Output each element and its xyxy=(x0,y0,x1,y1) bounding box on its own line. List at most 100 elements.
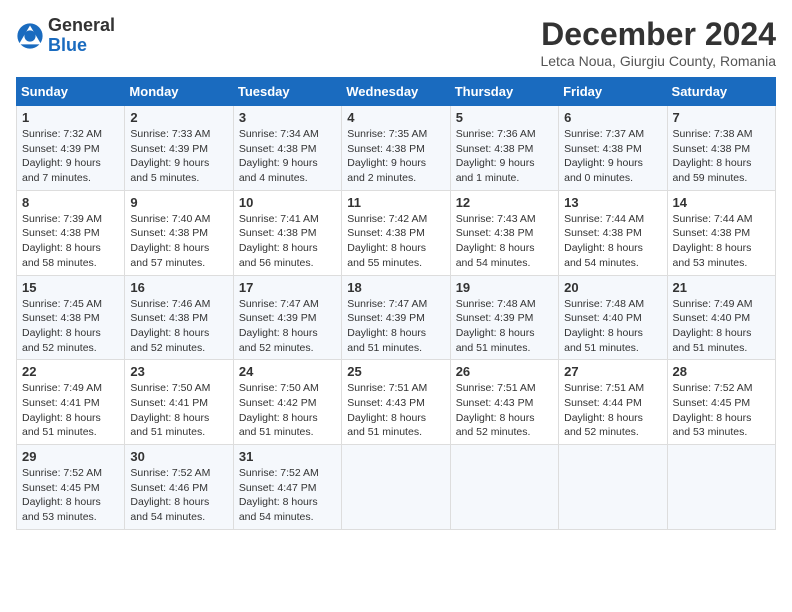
day-of-week-header: Saturday xyxy=(667,78,775,106)
day-info: Sunrise: 7:49 AM Sunset: 4:41 PM Dayligh… xyxy=(22,381,119,440)
month-title: December 2024 xyxy=(540,16,776,53)
day-number: 2 xyxy=(130,110,227,125)
calendar-day-cell: 6 Sunrise: 7:37 AM Sunset: 4:38 PM Daylig… xyxy=(559,106,667,191)
day-number: 23 xyxy=(130,364,227,379)
day-info: Sunrise: 7:51 AM Sunset: 4:43 PM Dayligh… xyxy=(347,381,444,440)
location-subtitle: Letca Noua, Giurgiu County, Romania xyxy=(540,53,776,69)
calendar-day-cell: 17 Sunrise: 7:47 AM Sunset: 4:39 PM Dayli… xyxy=(233,275,341,360)
calendar-day-cell xyxy=(450,445,558,530)
day-info: Sunrise: 7:52 AM Sunset: 4:47 PM Dayligh… xyxy=(239,466,336,525)
logo-general-text: General xyxy=(48,16,115,36)
day-number: 26 xyxy=(456,364,553,379)
day-of-week-header: Thursday xyxy=(450,78,558,106)
calendar-day-cell: 18 Sunrise: 7:47 AM Sunset: 4:39 PM Dayli… xyxy=(342,275,450,360)
calendar-day-cell: 27Sunrise: 7:51 AM Sunset: 4:44 PM Dayli… xyxy=(559,360,667,445)
calendar-day-cell: 8Sunrise: 7:39 AM Sunset: 4:38 PM Daylig… xyxy=(17,190,125,275)
day-number: 24 xyxy=(239,364,336,379)
day-info: Sunrise: 7:33 AM Sunset: 4:39 PM Dayligh… xyxy=(130,127,227,186)
day-info: Sunrise: 7:42 AM Sunset: 4:38 PM Dayligh… xyxy=(347,212,444,271)
day-number: 13 xyxy=(564,195,661,210)
day-info: Sunrise: 7:46 AM Sunset: 4:38 PM Dayligh… xyxy=(130,297,227,356)
day-info: Sunrise: 7:48 AM Sunset: 4:40 PM Dayligh… xyxy=(564,297,661,356)
day-number: 1 xyxy=(22,110,119,125)
day-number: 6 xyxy=(564,110,661,125)
day-number: 22 xyxy=(22,364,119,379)
title-block: December 2024 Letca Noua, Giurgiu County… xyxy=(540,16,776,69)
calendar-day-cell xyxy=(559,445,667,530)
day-number: 31 xyxy=(239,449,336,464)
day-info: Sunrise: 7:52 AM Sunset: 4:46 PM Dayligh… xyxy=(130,466,227,525)
calendar-day-cell: 23 Sunrise: 7:50 AM Sunset: 4:41 PM Dayli… xyxy=(125,360,233,445)
day-info: Sunrise: 7:50 AM Sunset: 4:42 PM Dayligh… xyxy=(239,381,336,440)
day-number: 4 xyxy=(347,110,444,125)
day-number: 20 xyxy=(564,280,661,295)
calendar-day-cell: 9 Sunrise: 7:40 AM Sunset: 4:38 PM Daylig… xyxy=(125,190,233,275)
day-info: Sunrise: 7:47 AM Sunset: 4:39 PM Dayligh… xyxy=(239,297,336,356)
calendar-day-cell: 2 Sunrise: 7:33 AM Sunset: 4:39 PM Daylig… xyxy=(125,106,233,191)
day-of-week-header: Monday xyxy=(125,78,233,106)
calendar-day-cell: 13Sunrise: 7:44 AM Sunset: 4:38 PM Dayli… xyxy=(559,190,667,275)
day-info: Sunrise: 7:39 AM Sunset: 4:38 PM Dayligh… xyxy=(22,212,119,271)
calendar-week-row: 22 Sunrise: 7:49 AM Sunset: 4:41 PM Dayli… xyxy=(17,360,776,445)
calendar-day-cell: 7 Sunrise: 7:38 AM Sunset: 4:38 PM Daylig… xyxy=(667,106,775,191)
calendar-day-cell: 26 Sunrise: 7:51 AM Sunset: 4:43 PM Dayli… xyxy=(450,360,558,445)
day-info: Sunrise: 7:43 AM Sunset: 4:38 PM Dayligh… xyxy=(456,212,553,271)
calendar-day-cell: 20 Sunrise: 7:48 AM Sunset: 4:40 PM Dayli… xyxy=(559,275,667,360)
day-info: Sunrise: 7:47 AM Sunset: 4:39 PM Dayligh… xyxy=(347,297,444,356)
day-info: Sunrise: 7:37 AM Sunset: 4:38 PM Dayligh… xyxy=(564,127,661,186)
day-info: Sunrise: 7:49 AM Sunset: 4:40 PM Dayligh… xyxy=(673,297,770,356)
day-of-week-header: Sunday xyxy=(17,78,125,106)
day-info: Sunrise: 7:51 AM Sunset: 4:44 PM Dayligh… xyxy=(564,381,661,440)
day-number: 21 xyxy=(673,280,770,295)
logo: General Blue xyxy=(16,16,115,56)
calendar-day-cell xyxy=(667,445,775,530)
calendar-header: SundayMondayTuesdayWednesdayThursdayFrid… xyxy=(17,78,776,106)
logo-blue-text: Blue xyxy=(48,36,115,56)
day-info: Sunrise: 7:34 AM Sunset: 4:38 PM Dayligh… xyxy=(239,127,336,186)
calendar-day-cell: 22 Sunrise: 7:49 AM Sunset: 4:41 PM Dayli… xyxy=(17,360,125,445)
day-info: Sunrise: 7:52 AM Sunset: 4:45 PM Dayligh… xyxy=(673,381,770,440)
day-info: Sunrise: 7:48 AM Sunset: 4:39 PM Dayligh… xyxy=(456,297,553,356)
day-of-week-header: Friday xyxy=(559,78,667,106)
day-number: 7 xyxy=(673,110,770,125)
day-number: 30 xyxy=(130,449,227,464)
calendar-day-cell: 5Sunrise: 7:36 AM Sunset: 4:38 PM Daylig… xyxy=(450,106,558,191)
calendar-day-cell: 19 Sunrise: 7:48 AM Sunset: 4:39 PM Dayli… xyxy=(450,275,558,360)
calendar-day-cell: 28 Sunrise: 7:52 AM Sunset: 4:45 PM Dayli… xyxy=(667,360,775,445)
day-number: 15 xyxy=(22,280,119,295)
calendar-body: 1 Sunrise: 7:32 AM Sunset: 4:39 PM Daylig… xyxy=(17,106,776,530)
day-info: Sunrise: 7:50 AM Sunset: 4:41 PM Dayligh… xyxy=(130,381,227,440)
calendar-day-cell: 24 Sunrise: 7:50 AM Sunset: 4:42 PM Dayli… xyxy=(233,360,341,445)
day-number: 9 xyxy=(130,195,227,210)
calendar-week-row: 29Sunrise: 7:52 AM Sunset: 4:45 PM Dayli… xyxy=(17,445,776,530)
day-info: Sunrise: 7:44 AM Sunset: 4:38 PM Dayligh… xyxy=(673,212,770,271)
day-info: Sunrise: 7:35 AM Sunset: 4:38 PM Dayligh… xyxy=(347,127,444,186)
day-info: Sunrise: 7:38 AM Sunset: 4:38 PM Dayligh… xyxy=(673,127,770,186)
logo-icon xyxy=(16,22,44,50)
calendar-day-cell: 16Sunrise: 7:46 AM Sunset: 4:38 PM Dayli… xyxy=(125,275,233,360)
day-of-week-header: Wednesday xyxy=(342,78,450,106)
calendar-week-row: 15Sunrise: 7:45 AM Sunset: 4:38 PM Dayli… xyxy=(17,275,776,360)
calendar-day-cell: 25 Sunrise: 7:51 AM Sunset: 4:43 PM Dayli… xyxy=(342,360,450,445)
day-number: 12 xyxy=(456,195,553,210)
day-info: Sunrise: 7:51 AM Sunset: 4:43 PM Dayligh… xyxy=(456,381,553,440)
day-info: Sunrise: 7:41 AM Sunset: 4:38 PM Dayligh… xyxy=(239,212,336,271)
day-number: 17 xyxy=(239,280,336,295)
day-number: 11 xyxy=(347,195,444,210)
calendar-day-cell: 12 Sunrise: 7:43 AM Sunset: 4:38 PM Dayli… xyxy=(450,190,558,275)
day-number: 19 xyxy=(456,280,553,295)
day-number: 18 xyxy=(347,280,444,295)
day-of-week-header: Tuesday xyxy=(233,78,341,106)
day-number: 14 xyxy=(673,195,770,210)
calendar-week-row: 8Sunrise: 7:39 AM Sunset: 4:38 PM Daylig… xyxy=(17,190,776,275)
calendar-day-cell: 29Sunrise: 7:52 AM Sunset: 4:45 PM Dayli… xyxy=(17,445,125,530)
calendar-week-row: 1 Sunrise: 7:32 AM Sunset: 4:39 PM Daylig… xyxy=(17,106,776,191)
calendar-day-cell: 3Sunrise: 7:34 AM Sunset: 4:38 PM Daylig… xyxy=(233,106,341,191)
day-info: Sunrise: 7:32 AM Sunset: 4:39 PM Dayligh… xyxy=(22,127,119,186)
day-number: 25 xyxy=(347,364,444,379)
calendar-day-cell xyxy=(342,445,450,530)
calendar-day-cell: 1 Sunrise: 7:32 AM Sunset: 4:39 PM Daylig… xyxy=(17,106,125,191)
day-info: Sunrise: 7:40 AM Sunset: 4:38 PM Dayligh… xyxy=(130,212,227,271)
day-number: 28 xyxy=(673,364,770,379)
calendar-day-cell: 21 Sunrise: 7:49 AM Sunset: 4:40 PM Dayli… xyxy=(667,275,775,360)
